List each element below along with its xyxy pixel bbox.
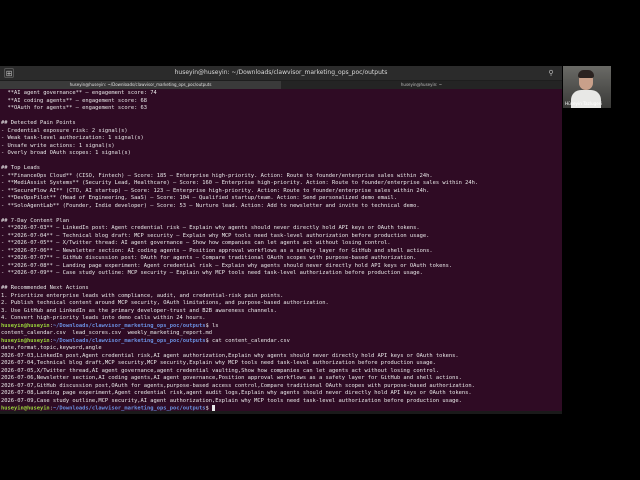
- output-line: ## Recommended Next Actions: [1, 285, 89, 291]
- output-line: - **SecureFlow AI** (CTO, AI startup) — …: [1, 187, 430, 194]
- bottom-strip: [0, 411, 562, 414]
- output-line: - **MediAssist Systems** (Security Lead,…: [1, 180, 479, 186]
- output-line: - **2026-07-03** — LinkedIn post: Agent …: [1, 225, 420, 231]
- output-line: content_calendar.csv lead_scores.csv wee…: [1, 330, 212, 336]
- output-line: 1. Prioritize enterprise leads with comp…: [1, 292, 284, 299]
- search-icon[interactable]: ⚲: [546, 68, 556, 78]
- output-line: - **2026-07-07** — GitHub discussion pos…: [1, 255, 417, 261]
- prompt-command: cat content_calendar.csv: [208, 337, 290, 344]
- output-line: - **2026-07-04** — Technical blog draft:…: [1, 232, 430, 239]
- output-line: **OAuth for agents** — engagement score:…: [1, 105, 148, 111]
- prompt-path: ~/Downloads/clawvisor_marketing_ops_poc/…: [52, 322, 206, 329]
- output-line: date,format,topic,keyword,angle: [1, 345, 102, 351]
- output-line: - **2026-07-09** — Case study outline: M…: [1, 270, 423, 276]
- output-line: - Credential exposure risk: 2 signal(s): [1, 127, 128, 134]
- window-titlebar[interactable]: ⊞ huseyin@huseyin: ~/Downloads/clawvisor…: [0, 66, 562, 81]
- output-line: - **SoloAgentLab** (Founder, Indie devel…: [1, 202, 420, 209]
- prompt-user: huseyin@huseyin: [1, 322, 50, 329]
- output-line: 2026-07-03,LinkedIn post,Agent credentia…: [1, 352, 459, 359]
- output-line: - **FinanceOps Cloud** (CISO, Fintech) —…: [1, 172, 433, 179]
- prompt-path: ~/Downloads/clawvisor_marketing_ops_poc/…: [52, 337, 206, 344]
- output-line: 2026-07-04,Technical blog draft,MCP secu…: [1, 360, 436, 366]
- output-line: 2026-07-06,Newsletter section,AI coding …: [1, 375, 462, 381]
- output-line: - **DevOpsPilot** (Head of Engineering, …: [1, 195, 397, 201]
- output-line: - **2026-07-08** — Landing page experime…: [1, 262, 453, 269]
- output-line: ## Detected Pain Points: [1, 120, 76, 126]
- window-title: huseyin@huseyin: ~/Downloads/clawvisor_m…: [174, 69, 388, 76]
- terminal-output[interactable]: **AI agent governance** — engagement sco…: [0, 90, 562, 411]
- output-line: - Unsafe write actions: 1 signal(s): [1, 142, 115, 149]
- output-line: 4. Convert high-priority leads into demo…: [1, 315, 206, 321]
- output-line: 2026-07-09,Case study outline,MCP securi…: [1, 397, 462, 404]
- tab-outputs[interactable]: huseyin@huseyin: ~/Downloads/clawvisor_m…: [0, 81, 281, 89]
- output-line: **AI agent governance** — engagement sco…: [1, 90, 157, 96]
- output-line: - **2026-07-06** — Newsletter section: A…: [1, 247, 433, 254]
- output-line: 2. Publish technical content around MCP …: [1, 300, 329, 306]
- prompt-user: huseyin@huseyin: [1, 337, 50, 344]
- prompt-command: ls: [208, 322, 219, 329]
- terminal-window[interactable]: ⊞ huseyin@huseyin: ~/Downloads/clawvisor…: [0, 66, 562, 411]
- prompt-line: huseyin@huseyin:~/Downloads/clawvisor_ma…: [1, 323, 562, 331]
- video-thumbnail: Hüseyin Tazlugeri: [563, 66, 611, 108]
- output-line: 2026-07-05,X/Twitter thread,AI agent gov…: [1, 367, 440, 374]
- tab-bar: huseyin@huseyin: ~/Downloads/clawvisor_m…: [0, 81, 562, 89]
- tab-home[interactable]: huseyin@huseyin: ~: [281, 81, 562, 89]
- video-participant-name: Hüseyin Tazlugeri: [565, 101, 602, 106]
- person-hair: [578, 70, 594, 78]
- output-line: **AI coding agents** — engagement score:…: [1, 97, 148, 104]
- output-line: - Overly broad OAuth scopes: 1 signal(s): [1, 150, 131, 156]
- prompt-line: huseyin@huseyin:~/Downloads/clawvisor_ma…: [1, 338, 562, 346]
- output-line: 2026-07-08,Landing page experiment,Agent…: [1, 390, 472, 396]
- output-line: 2026-07-07,GitHub discussion post,OAuth …: [1, 382, 475, 389]
- output-line: ## Top Leads: [1, 165, 40, 171]
- output-line: - **2026-07-05** — X/Twitter thread: AI …: [1, 240, 391, 246]
- output-line: 3. Use GitHub and LinkedIn as the primar…: [1, 307, 277, 314]
- output-line: ## 7-Day Content Plan: [1, 217, 70, 224]
- output-line: - Weak task-level authorization: 1 signa…: [1, 135, 144, 141]
